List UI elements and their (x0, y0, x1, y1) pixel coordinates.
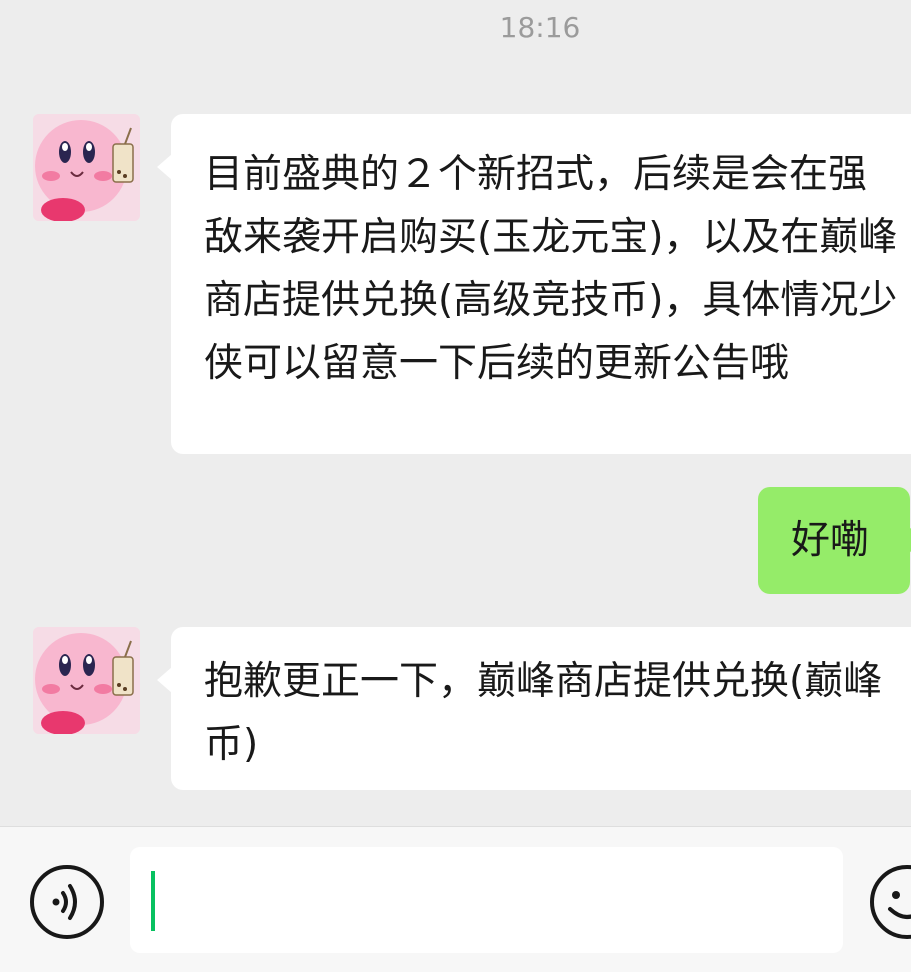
incoming-message-bubble[interactable]: 目前盛典的２个新招式，后续是会在强敌来袭开启购买(玉龙元宝)，以及在巅峰商店提供… (157, 114, 911, 454)
emoji-button[interactable] (870, 865, 911, 939)
message-input[interactable] (130, 847, 843, 953)
outgoing-message-bubble[interactable]: 好嘞 (758, 487, 911, 594)
kirby-avatar-icon (33, 114, 140, 221)
contact-avatar[interactable] (33, 627, 140, 734)
incoming-message-bubble[interactable]: 抱歉更正一下，巅峰商店提供兑换(巅峰币) (157, 627, 911, 790)
text-caret (151, 871, 155, 931)
message-text: 目前盛典的２个新招式，后续是会在强敌来袭开启购买(玉龙元宝)，以及在巅峰商店提供… (204, 152, 898, 386)
message-timestamp: 18:16 (499, 11, 581, 44)
voice-icon (52, 884, 77, 920)
emoji-icon (888, 891, 911, 919)
contact-avatar[interactable] (33, 114, 140, 221)
chat-input-bar (0, 826, 911, 972)
voice-button[interactable] (30, 865, 104, 939)
message-text: 抱歉更正一下，巅峰商店提供兑换(巅峰币) (204, 659, 883, 767)
message-text: 好嘞 (791, 518, 870, 563)
kirby-avatar-icon (33, 627, 140, 734)
